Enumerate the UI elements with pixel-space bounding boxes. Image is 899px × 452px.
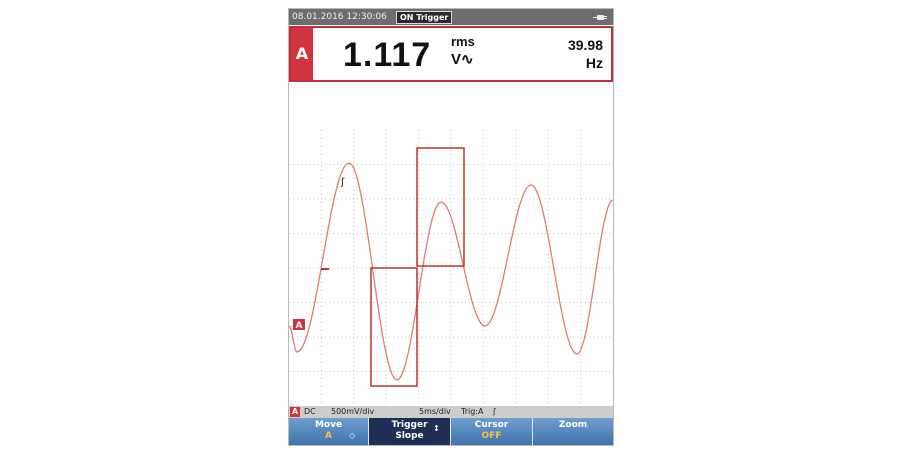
cursor-softkey-label: Cursor	[474, 420, 509, 430]
plot-grid	[289, 130, 613, 406]
rms-value: 1.117	[343, 36, 432, 74]
zoom-softkey-label: Zoom	[558, 420, 588, 430]
updown-arrows-icon: ↕	[433, 424, 440, 433]
unit-volts-ac-label: V∿	[451, 51, 474, 68]
volts-per-div-label: 500mV/div	[331, 407, 375, 416]
time-per-div-label: 5ms/div	[419, 407, 451, 416]
move-softkey-label: Move	[314, 420, 343, 430]
trigger-slope-softkey[interactable]: Trigger Slope ↕	[369, 418, 451, 445]
cursor-softkey-value: OFF	[481, 431, 502, 441]
infobar-channel-badge: A	[290, 407, 300, 417]
channel-a-badge: A	[291, 28, 313, 80]
measurement-readout: A 1.117 rms V∿ 39.98 Hz	[289, 26, 613, 82]
zoom-softkey[interactable]: Zoom	[533, 418, 613, 445]
cursor-softkey[interactable]: Cursor OFF	[451, 418, 533, 445]
status-bar: 08.01.2016 12:30:06 ON Trigger	[289, 9, 613, 25]
coupling-label: DC	[304, 407, 316, 416]
trigger-source-label: Trig:A	[461, 407, 484, 416]
unit-rms-label: rms	[451, 34, 475, 49]
move-softkey-value: A	[325, 431, 332, 441]
trigger-slope-icon: ʃ	[493, 407, 496, 416]
trigger-status-badge: ON Trigger	[396, 11, 453, 24]
frequency-unit: Hz	[585, 55, 603, 71]
move-arrows-icon: ◇	[349, 431, 356, 440]
scope-screen: 08.01.2016 12:30:06 ON Trigger A 1.117 r…	[288, 8, 614, 446]
status-datetime: 08.01.2016 12:30:06	[292, 12, 387, 22]
scope-settings-bar: A DC 500mV/div 5ms/div Trig:A ʃ	[289, 406, 613, 418]
cycle-highlight-lower	[370, 267, 418, 387]
channel-a-ground-marker: A	[296, 321, 303, 331]
trigger-point-marker: ʃ	[340, 177, 345, 188]
plug-icon	[593, 15, 607, 20]
waveform-trace	[289, 162, 613, 381]
frequency-value: 39.98	[567, 37, 603, 53]
cycle-highlight-upper	[416, 147, 465, 267]
move-softkey[interactable]: Move A ◇	[289, 418, 369, 445]
softkey-bar: Move A ◇ Trigger Slope ↕ Cursor OFF Zoom	[289, 418, 613, 445]
waveform-plot: ʃ A	[289, 130, 613, 406]
